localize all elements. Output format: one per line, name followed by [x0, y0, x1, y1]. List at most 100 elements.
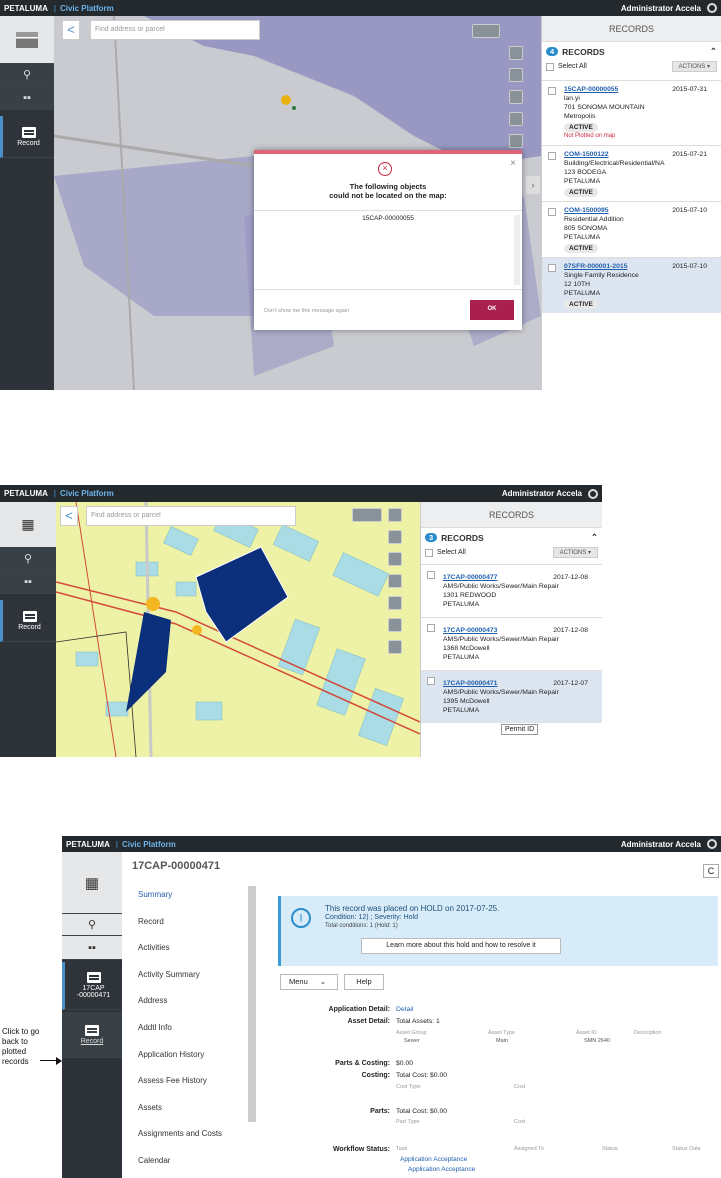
menu-dropdown-button[interactable]: Menu ⌄	[280, 974, 338, 990]
hold-learn-more-button[interactable]: Learn more about this hold and how to re…	[361, 938, 561, 954]
search-input[interactable]: Find address or parcel	[86, 506, 296, 526]
record-checkbox[interactable]	[548, 264, 556, 272]
search-icon: ⚲	[23, 553, 33, 565]
workflow-task-link[interactable]: Application Acceptance	[408, 1166, 475, 1173]
select-all-checkbox[interactable]	[546, 62, 554, 71]
record-row[interactable]: 17CAP-00000473 2017-12-08 AMS/Public Works…	[421, 617, 602, 670]
record-detail-line: lan.yi	[564, 95, 580, 102]
select-tool[interactable]	[509, 134, 523, 148]
gear-icon[interactable]	[707, 839, 717, 849]
search-nav-button[interactable]: ⚲	[62, 914, 122, 936]
draw-tool[interactable]	[509, 112, 523, 126]
search-nav-button[interactable]: ⚲	[0, 548, 56, 570]
record-date: 2015-07-21	[672, 151, 707, 158]
edit-tool[interactable]	[388, 640, 402, 654]
ok-button[interactable]: OK	[470, 300, 514, 320]
top-bar: PETALUMA | Civic Platform Administrator …	[0, 0, 721, 16]
list-scrollbar[interactable]	[514, 215, 520, 285]
basemap-tool[interactable]	[388, 530, 402, 544]
record-detail-line: Single Family Residence	[564, 272, 639, 279]
status-badge: ACTIVE	[564, 188, 598, 197]
user-menu[interactable]: Administrator Accela	[621, 4, 701, 13]
actions-dropdown[interactable]: ACTIONS ▾	[671, 61, 717, 72]
print-tool[interactable]	[388, 574, 402, 588]
apps-nav-button[interactable]: ▪▪	[0, 86, 54, 110]
map-area[interactable]: < Find address or parcel	[56, 502, 420, 757]
record-checkbox[interactable]	[548, 87, 556, 95]
record-checkbox[interactable]	[548, 208, 556, 216]
menu-item[interactable]: Application History	[138, 1050, 204, 1059]
record-date: 2015-07-10	[672, 263, 707, 270]
select-all-checkbox[interactable]	[425, 548, 433, 557]
help-button[interactable]: Help	[344, 974, 384, 990]
gear-icon[interactable]	[707, 3, 717, 13]
not-located-list[interactable]: 15CAP-00000055	[254, 210, 522, 290]
search-input[interactable]: Find address or parcel	[90, 20, 260, 40]
select-all-row: Select All ACTIONS ▾	[542, 61, 721, 72]
menu-item[interactable]: Activities	[138, 943, 170, 952]
measure-tool[interactable]	[388, 552, 402, 566]
refresh-button[interactable]: C	[703, 864, 719, 878]
record-checkbox[interactable]	[427, 624, 435, 632]
search-icon: ⚲	[22, 69, 32, 81]
record-detail-line: AMS/Public Works/Sewer/Main Repair	[443, 689, 559, 696]
record-row[interactable]: 17CAP-00000471 2017-12-07 AMS/Public Works…	[421, 670, 602, 723]
draw-tool[interactable]	[388, 596, 402, 610]
side-nav: ▦ ⚲ ▪▪ 17CAP -00000471 Record	[62, 852, 122, 1178]
select-tool[interactable]	[388, 618, 402, 632]
user-menu[interactable]: Administrator Accela	[621, 840, 701, 849]
record-tab-nav-button[interactable]: 17CAP -00000471	[62, 962, 122, 1010]
menu-item[interactable]: Address	[138, 996, 167, 1005]
apps-nav-button[interactable]: ▪▪	[62, 936, 122, 960]
asset-column-header: Asset Type	[488, 1030, 516, 1036]
collapse-icon[interactable]: ⌃	[710, 46, 717, 57]
gear-icon[interactable]	[588, 488, 598, 499]
zoom-tool[interactable]	[352, 508, 382, 522]
search-nav-button[interactable]: ⚲	[0, 64, 54, 86]
map-icon: ▦	[21, 516, 35, 532]
layers-tool[interactable]	[509, 46, 523, 60]
record-row[interactable]: COM-1500122 2015-07-21 Building/Electrical…	[542, 145, 721, 201]
zoom-tool[interactable]	[472, 24, 500, 38]
map-area[interactable]: < Find address or parcel › × × The follo…	[54, 16, 541, 390]
record-row[interactable]: COM-1500095 2015-07-10 Residential Additio…	[542, 201, 721, 257]
measure-tool[interactable]	[509, 90, 523, 104]
record-checkbox[interactable]	[427, 571, 435, 579]
records-panel: RECORDS 3 RECORDS ⌃ Select All ACTIONS ▾…	[420, 502, 602, 757]
menu-item[interactable]: Addtl Info	[138, 1023, 172, 1032]
collapse-icon[interactable]: ⌃	[591, 532, 598, 543]
record-row[interactable]: 07SFR-000001-2015 2015-07-10 Single Family…	[542, 257, 721, 313]
map-canvas	[56, 502, 420, 757]
close-icon[interactable]: ×	[510, 158, 516, 169]
layers-button[interactable]	[0, 16, 54, 64]
layers-tool[interactable]	[388, 508, 402, 522]
menu-item[interactable]: Assignments and Costs	[138, 1129, 222, 1138]
menu-item[interactable]: Summary	[138, 890, 172, 899]
menu-item[interactable]: Assess Fee History	[138, 1076, 207, 1085]
menu-item[interactable]: Activity Summary	[138, 970, 200, 979]
workflow-task-link[interactable]: Application Acceptance	[400, 1156, 467, 1163]
record-checkbox[interactable]	[548, 152, 556, 160]
map-nav-button[interactable]: ▦	[62, 852, 122, 914]
back-button[interactable]: <	[60, 506, 78, 526]
basemap-tool[interactable]	[509, 68, 523, 82]
menu-item[interactable]: Calendar	[138, 1156, 170, 1165]
menu-item[interactable]: Assets	[138, 1103, 162, 1112]
detail-link[interactable]: Detail	[396, 1006, 413, 1013]
user-menu[interactable]: Administrator Accela	[502, 489, 582, 498]
back-button[interactable]: <	[62, 20, 80, 40]
record-nav-button[interactable]: Record	[0, 600, 56, 642]
apps-nav-button[interactable]: ▪▪	[0, 570, 56, 594]
actions-dropdown[interactable]: ACTIONS ▾	[552, 547, 598, 558]
collapse-panel-button[interactable]: ›	[526, 176, 540, 194]
record-nav-button[interactable]: Record	[0, 116, 54, 158]
map-nav-button[interactable]: ▦	[0, 502, 56, 548]
record-date: 2017-12-08	[553, 627, 588, 634]
menu-item[interactable]: Record	[138, 917, 164, 926]
record-row[interactable]: 17CAP-00000477 2017-12-08 AMS/Public Works…	[421, 564, 602, 617]
dont-show-checkbox[interactable]: Don't show me this message again	[264, 308, 349, 314]
record-row[interactable]: 15CAP-00000055 2015-07-31 lan.yi 701 SONOMA…	[542, 80, 721, 145]
menu-scrollbar[interactable]	[248, 886, 256, 1122]
record-nav-button[interactable]: Record	[62, 1012, 122, 1058]
record-checkbox[interactable]	[427, 677, 435, 685]
